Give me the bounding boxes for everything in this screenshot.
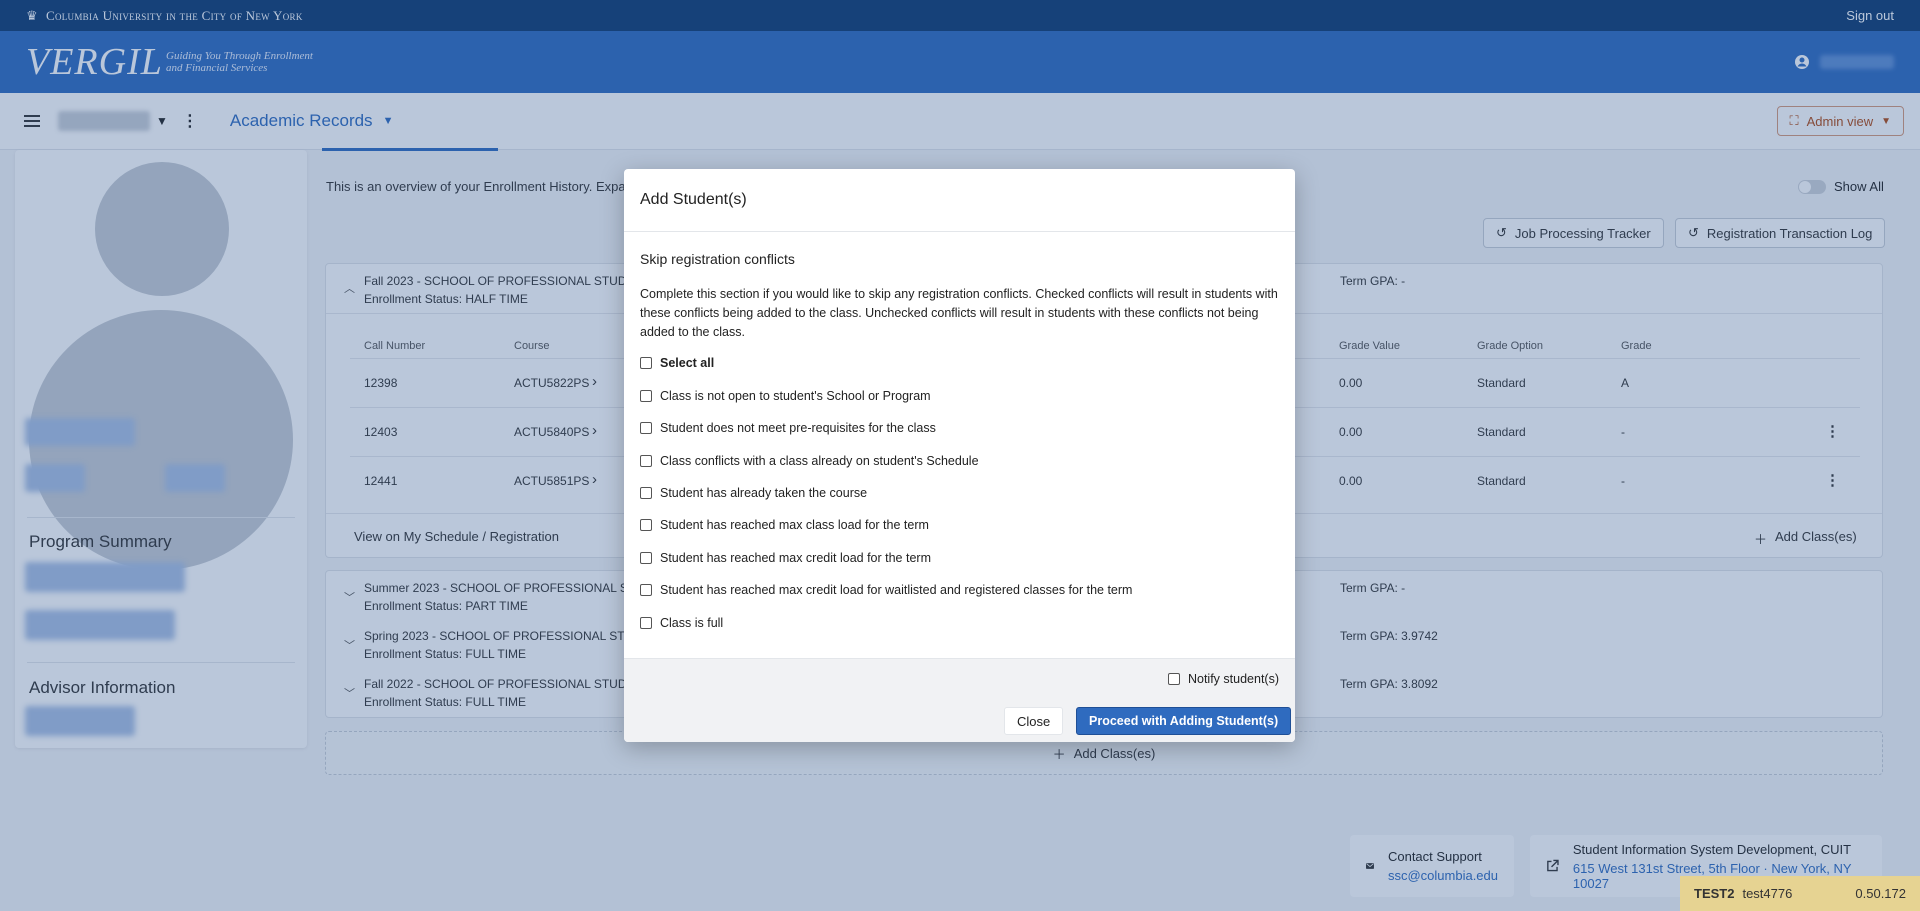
checkbox[interactable] bbox=[640, 584, 652, 596]
conflict-option-checkbox[interactable]: Class conflicts with a class already on … bbox=[640, 454, 979, 468]
select-all-checkbox[interactable]: Select all bbox=[640, 356, 714, 370]
checkbox[interactable] bbox=[640, 455, 652, 467]
checkbox[interactable] bbox=[640, 519, 652, 531]
conflict-option-checkbox[interactable]: Class is full bbox=[640, 616, 723, 630]
checkbox[interactable] bbox=[1167, 673, 1180, 685]
checkbox[interactable] bbox=[640, 357, 652, 369]
divider bbox=[624, 231, 1295, 232]
checkbox[interactable] bbox=[640, 390, 652, 402]
conflict-option-checkbox[interactable]: Class is not open to student's School or… bbox=[640, 389, 931, 403]
app-version: 0.50.172 bbox=[1855, 886, 1906, 901]
checkbox[interactable] bbox=[640, 422, 652, 434]
env-user: test4776 bbox=[1742, 886, 1793, 901]
conflict-option-checkbox[interactable]: Student has reached max credit load for … bbox=[640, 551, 931, 565]
conflict-option-checkbox[interactable]: Student has reached max credit load for … bbox=[640, 583, 1132, 597]
conflict-option-checkbox[interactable]: Student has already taken the course bbox=[640, 486, 867, 500]
add-students-modal: Add Student(s) Skip registration conflic… bbox=[624, 169, 1295, 742]
environment-badge: TEST2 test4776 0.50.172 bbox=[1680, 876, 1920, 911]
conflict-option-checkbox[interactable]: Student does not meet pre-requisites for… bbox=[640, 421, 936, 435]
modal-title: Add Student(s) bbox=[640, 191, 747, 208]
checkbox[interactable] bbox=[640, 552, 652, 564]
notify-students-checkbox[interactable]: Notify student(s) bbox=[1167, 672, 1279, 686]
checkbox[interactable] bbox=[640, 617, 652, 629]
modal-subtitle: Skip registration conflicts bbox=[640, 251, 795, 267]
modal-footer: Notify student(s) Close Proceed with Add… bbox=[624, 658, 1295, 742]
modal-description: Complete this section if you would like … bbox=[640, 287, 1278, 339]
proceed-add-students-button[interactable]: Proceed with Adding Student(s) bbox=[1076, 707, 1292, 735]
env-name: TEST2 bbox=[1694, 886, 1735, 901]
conflict-option-checkbox[interactable]: Student has reached max class load for t… bbox=[640, 518, 929, 532]
checkbox[interactable] bbox=[640, 487, 652, 499]
close-button[interactable]: Close bbox=[1004, 707, 1064, 735]
